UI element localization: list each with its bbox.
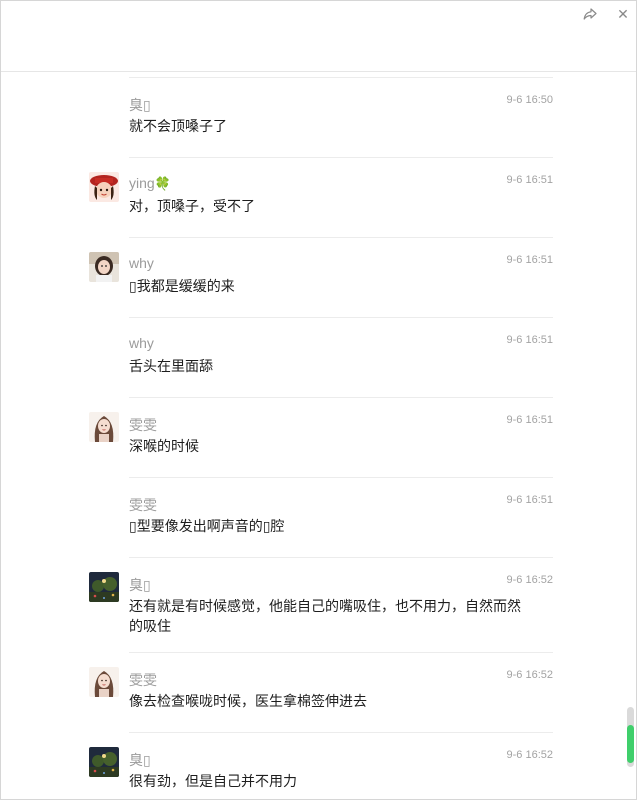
sender-name: 雯雯 [129, 672, 157, 688]
sender-name: why [129, 335, 154, 351]
title-bar: ✕ [1, 1, 636, 72]
message-time: 9-6 16:51 [506, 334, 553, 346]
scrollbar[interactable] [627, 707, 634, 767]
message-time: 9-6 16:51 [506, 174, 553, 186]
message-time: 9-6 16:52 [506, 749, 553, 761]
message-list[interactable]: 臭▯ 9-6 16:50 就不会顶嗓子了 ying🍀 9-6 16:51 对，顶… [1, 72, 636, 799]
sender-name: ying🍀 [129, 175, 171, 191]
message-item: 臭▯ 9-6 16:50 就不会顶嗓子了 [89, 77, 553, 157]
message-time: 9-6 16:51 [506, 494, 553, 506]
message-text: 像去检查喉咙时候，医生拿棉签伸进去 [129, 693, 367, 709]
message-time: 9-6 16:51 [506, 254, 553, 266]
message-divider [129, 77, 553, 78]
message-item: 雯雯 9-6 16:51 ▯型要像发出啊声音的▯腔 [89, 477, 553, 557]
message-divider [129, 237, 553, 238]
message-divider [129, 652, 553, 653]
scrollbar-thumb[interactable] [627, 725, 634, 763]
message-divider [129, 477, 553, 478]
message-time: 9-6 16:50 [506, 94, 553, 106]
message-item: 臭▯ 9-6 16:52 还有就是有时候感觉，他能自己的嘴吸住，也不用力，自然而… [89, 557, 553, 652]
sender-name: 雯雯 [129, 417, 157, 433]
sender-name: 臭▯ [129, 97, 151, 113]
sender-name: why [129, 255, 154, 271]
sender-name: 雯雯 [129, 497, 157, 513]
share-forward-icon[interactable] [579, 5, 601, 23]
night-tree-avatar[interactable] [89, 747, 119, 777]
message-text: ▯型要像发出啊声音的▯腔 [129, 518, 285, 534]
message-time: 9-6 16:52 [506, 669, 553, 681]
message-divider [129, 157, 553, 158]
message-text: 深喉的时候 [129, 438, 199, 454]
message-text: 就不会顶嗓子了 [129, 118, 227, 134]
message-divider [129, 732, 553, 733]
message-item: 臭▯ 9-6 16:52 很有劲，但是自己并不用力 [89, 732, 553, 799]
message-time: 9-6 16:51 [506, 414, 553, 426]
girl-photo-avatar[interactable] [89, 252, 119, 282]
message-divider [129, 397, 553, 398]
clover-icon: 🍀 [154, 176, 171, 191]
girl-red-hat-avatar[interactable] [89, 172, 119, 202]
long-hair-girl-avatar[interactable] [89, 667, 119, 697]
message-time: 9-6 16:52 [506, 574, 553, 586]
sender-name: 臭▯ [129, 577, 151, 593]
message-item: ying🍀 9-6 16:51 对，顶嗓子，受不了 [89, 157, 553, 237]
message-item: 雯雯 9-6 16:51 深喉的时候 [89, 397, 553, 477]
message-text: 对，顶嗓子，受不了 [129, 198, 255, 214]
message-item: why 9-6 16:51 舌头在里面舔 [89, 317, 553, 397]
message-text: 还有就是有时候感觉，他能自己的嘴吸住，也不用力，自然而然的吸住 [129, 598, 521, 634]
message-item: 雯雯 9-6 16:52 像去检查喉咙时候，医生拿棉签伸进去 [89, 652, 553, 732]
close-icon[interactable]: ✕ [612, 5, 634, 23]
message-text: 舌头在里面舔 [129, 358, 213, 374]
chat-history-window: ✕ 臭▯ 9-6 16:50 就不会顶嗓子了 ying🍀 9-6 16:51 对… [0, 0, 637, 800]
message-text: 很有劲，但是自己并不用力 [129, 773, 297, 789]
message-divider [129, 317, 553, 318]
message-item: why 9-6 16:51 ▯我都是缓缓的来 [89, 237, 553, 317]
message-text: ▯我都是缓缓的来 [129, 278, 235, 294]
long-hair-girl-avatar[interactable] [89, 412, 119, 442]
sender-name: 臭▯ [129, 752, 151, 768]
night-tree-avatar[interactable] [89, 572, 119, 602]
message-divider [129, 557, 553, 558]
